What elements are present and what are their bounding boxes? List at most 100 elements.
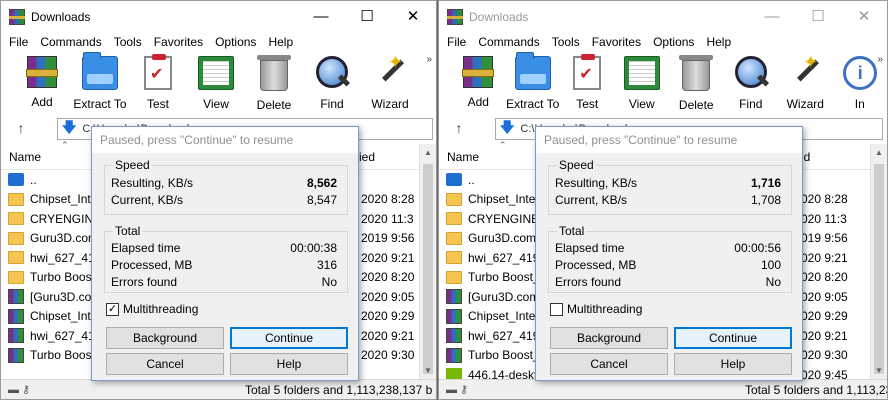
up-arrow-icon[interactable]: ↑ (1, 120, 41, 136)
toolbar-overflow-icon[interactable]: » (877, 54, 883, 65)
column-name[interactable]: Name (1, 150, 41, 164)
checkbox-box[interactable]: ✓ (106, 302, 119, 316)
multithreading-checkbox[interactable]: ✓ Multithreading (106, 302, 198, 316)
scroll-down-icon[interactable]: ▼ (420, 362, 436, 379)
scroll-up-icon[interactable]: ▲ (871, 144, 887, 161)
toolbar-button-extract-to[interactable]: Extract To (71, 52, 129, 112)
minimize-icon[interactable]: — (749, 1, 795, 32)
list-item[interactable]: [Guru3D.com (1, 287, 101, 307)
checkbox-box[interactable] (550, 302, 563, 316)
toolbar-button-wizard[interactable]: Wizard (361, 52, 419, 112)
menu-commands[interactable]: Commands (34, 35, 107, 49)
toolbar-label: Find (739, 97, 763, 111)
title-bar[interactable]: Downloads — ☐ ✕ (1, 1, 436, 32)
list-item[interactable]: hwi_627_419 (1, 248, 101, 268)
list-item[interactable]: .. (439, 170, 549, 190)
background-button[interactable]: Background (106, 327, 224, 349)
toolbar-label: Find (320, 97, 344, 111)
scroll-down-icon[interactable]: ▼ (871, 362, 887, 379)
drive-key-icon[interactable]: ▬ ⚷ (441, 383, 473, 396)
column-name[interactable]: Name (439, 150, 479, 164)
continue-button[interactable]: Continue (230, 327, 348, 349)
list-item[interactable]: Turbo Boost (1, 346, 101, 366)
vertical-scrollbar[interactable]: ▲ ▼ (870, 144, 887, 379)
toolbar-button-add[interactable]: Add (13, 52, 71, 112)
maximize-icon[interactable]: ☐ (344, 1, 390, 32)
scroll-thumb[interactable] (423, 164, 433, 374)
menu-bar: File Commands Tools Favorites Options Help (1, 32, 436, 52)
list-item[interactable]: CRYENGINE L (439, 209, 549, 229)
modified-date: 2020 8:20 (361, 270, 415, 285)
menu-file[interactable]: File (1, 35, 34, 49)
menu-options[interactable]: Options (209, 35, 262, 49)
cancel-button[interactable]: Cancel (550, 353, 668, 375)
continue-button[interactable]: Continue (674, 327, 792, 349)
folder-icon (446, 251, 462, 265)
list-item[interactable]: hwi_627_419 (1, 326, 101, 346)
menu-help[interactable]: Help (262, 35, 299, 49)
toolbar-button-delete[interactable]: Delete (245, 52, 303, 112)
scroll-up-icon[interactable]: ▲ (420, 144, 436, 161)
list-item[interactable]: Turbo Boost_ (439, 268, 549, 288)
close-icon[interactable]: ✕ (390, 1, 436, 32)
menu-tools[interactable]: Tools (108, 35, 148, 49)
file-name: Guru3D.com (468, 231, 537, 246)
menu-file[interactable]: File (439, 35, 472, 49)
list-item[interactable]: Turbo Boost (1, 268, 101, 288)
list-item[interactable]: .. (1, 170, 101, 190)
menu-help[interactable]: Help (700, 35, 737, 49)
list-item[interactable]: Turbo Boost_I (439, 346, 549, 366)
add-archive-icon (462, 56, 495, 88)
menu-tools[interactable]: Tools (546, 35, 586, 49)
multithreading-checkbox[interactable]: Multithreading (550, 302, 642, 316)
toolbar-button-find[interactable]: Find (303, 52, 361, 112)
toolbar-overflow-icon[interactable]: » (426, 54, 432, 65)
title-bar[interactable]: Downloads — ☐ ✕ (439, 1, 887, 32)
list-item[interactable]: Chipset_Intel (1, 190, 101, 210)
menu-options[interactable]: Options (647, 35, 700, 49)
toolbar-button-wizard[interactable]: Wizard (778, 52, 833, 112)
list-item[interactable]: hwi_627_4190 (439, 248, 549, 268)
background-button[interactable]: Background (550, 327, 668, 349)
drive-key-icon[interactable]: ▬ ⚷ (3, 383, 35, 396)
rar-archive-icon (8, 308, 24, 324)
toolbar-button-delete[interactable]: Delete (669, 52, 724, 112)
menu-favorites[interactable]: Favorites (586, 35, 647, 49)
toolbar-button-view[interactable]: View (615, 52, 670, 112)
folder-icon (446, 192, 462, 206)
modified-date: 2020 9:21 (361, 328, 415, 343)
list-item[interactable]: Chipset_Intel_ (439, 190, 549, 210)
folder-icon (8, 251, 24, 265)
minimize-icon[interactable]: — (298, 1, 344, 32)
scroll-thumb[interactable] (874, 164, 884, 374)
toolbar-button-view[interactable]: View (187, 52, 245, 112)
menu-favorites[interactable]: Favorites (148, 35, 209, 49)
menu-commands[interactable]: Commands (472, 35, 545, 49)
toolbar-button-extract-to[interactable]: Extract To (506, 52, 561, 112)
close-icon[interactable]: ✕ (841, 1, 887, 32)
file-list: .. Chipset_Intel_ CRYENGINE L Guru3D.com hwi… (439, 170, 549, 385)
toolbar-button-test[interactable]: Test (129, 52, 187, 112)
help-button[interactable]: Help (674, 353, 792, 375)
folder-icon (446, 212, 462, 226)
up-arrow-icon[interactable]: ↑ (439, 120, 479, 136)
list-item[interactable]: hwi_627_4190 (439, 326, 549, 346)
list-item[interactable]: [Guru3D.com (439, 287, 549, 307)
list-item[interactable]: Guru3D.com (1, 229, 101, 249)
vertical-scrollbar[interactable]: ▲ ▼ (419, 144, 436, 379)
list-item[interactable]: Guru3D.com (439, 229, 549, 249)
list-item[interactable]: Chipset_Intel_ (439, 307, 549, 327)
help-button[interactable]: Help (230, 353, 348, 375)
toolbar-button-add[interactable]: Add (451, 52, 506, 112)
list-item[interactable]: Chipset_Intel (1, 307, 101, 327)
current-label: Current, KB/s (111, 193, 184, 207)
list-item[interactable]: CRYENGINE (1, 209, 101, 229)
cancel-button[interactable]: Cancel (106, 353, 224, 375)
toolbar-button-test[interactable]: Test (560, 52, 615, 112)
errors-value: No (321, 275, 337, 289)
status-bar: ▬ ⚷ Total 5 folders and 1,113,238,137 b (1, 379, 436, 399)
maximize-icon[interactable]: ☐ (795, 1, 841, 32)
toolbar-button-find[interactable]: Find (724, 52, 779, 112)
column-modified[interactable]: ied (359, 150, 375, 164)
toolbar-label: Delete (678, 98, 714, 112)
